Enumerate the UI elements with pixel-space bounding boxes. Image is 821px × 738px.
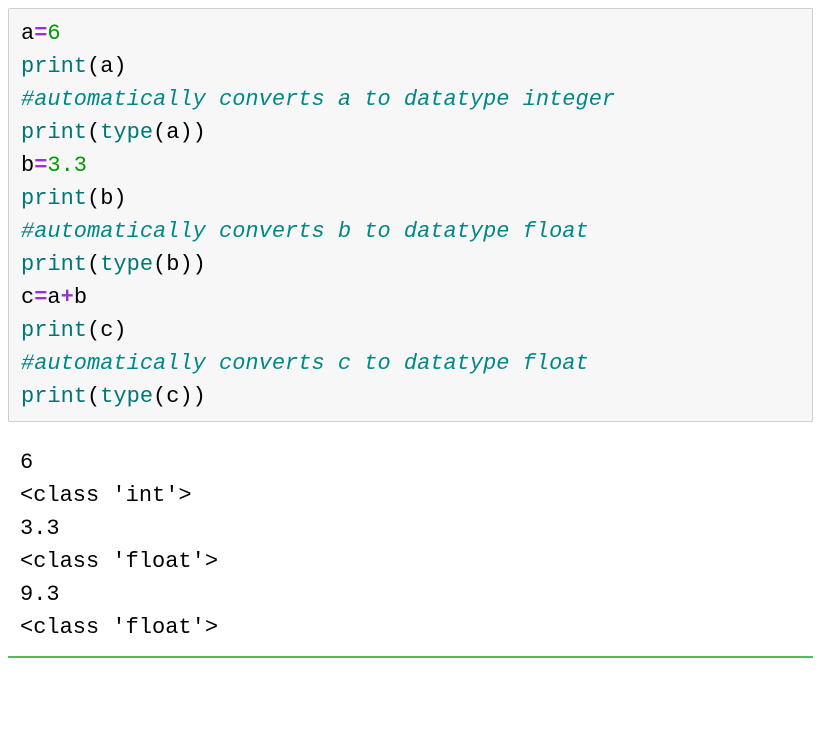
code-token: =: [34, 21, 47, 46]
output-line: <class 'float'>: [20, 611, 801, 644]
code-line: #automatically converts b to datatype fl…: [21, 215, 800, 248]
code-token: a: [47, 285, 60, 310]
output-line: 6: [20, 446, 801, 479]
code-input-cell: a=6print(a)#automatically converts a to …: [8, 8, 813, 422]
code-token: (: [87, 318, 100, 343]
code-token: =: [34, 153, 47, 178]
code-token: print: [21, 120, 87, 145]
code-token: (: [87, 120, 100, 145]
code-token: ): [179, 252, 192, 277]
output-line: 3.3: [20, 512, 801, 545]
code-token: a: [21, 21, 34, 46]
code-token: type: [100, 384, 153, 409]
code-token: ): [113, 54, 126, 79]
code-token: c: [166, 384, 179, 409]
code-token: =: [34, 285, 47, 310]
code-line: #automatically converts a to datatype in…: [21, 83, 800, 116]
code-token: ): [193, 120, 206, 145]
code-line: b=3.3: [21, 149, 800, 182]
code-token: (: [87, 384, 100, 409]
code-token: c: [21, 285, 34, 310]
code-token: ): [193, 384, 206, 409]
code-token: c: [100, 318, 113, 343]
code-token: (: [153, 384, 166, 409]
code-token: (: [87, 54, 100, 79]
code-line: print(type(a)): [21, 116, 800, 149]
code-token: type: [100, 120, 153, 145]
code-token: #automatically converts a to datatype in…: [21, 87, 615, 112]
code-line: print(type(b)): [21, 248, 800, 281]
code-token: print: [21, 318, 87, 343]
code-line: #automatically converts c to datatype fl…: [21, 347, 800, 380]
code-token: +: [61, 285, 74, 310]
code-output-cell: 6<class 'int'>3.3<class 'float'>9.3<clas…: [8, 438, 813, 652]
code-token: a: [100, 54, 113, 79]
code-token: ): [179, 384, 192, 409]
code-token: ): [193, 252, 206, 277]
output-line: <class 'float'>: [20, 545, 801, 578]
code-line: a=6: [21, 17, 800, 50]
code-token: b: [74, 285, 87, 310]
code-token: (: [153, 252, 166, 277]
code-token: print: [21, 54, 87, 79]
code-token: print: [21, 186, 87, 211]
code-token: 3.3: [47, 153, 87, 178]
code-token: ): [179, 120, 192, 145]
code-token: ): [113, 318, 126, 343]
code-token: b: [166, 252, 179, 277]
code-token: b: [100, 186, 113, 211]
code-token: print: [21, 384, 87, 409]
code-token: ): [113, 186, 126, 211]
code-token: type: [100, 252, 153, 277]
code-token: #automatically converts c to datatype fl…: [21, 351, 589, 376]
cell-separator: [8, 656, 813, 658]
code-line: print(type(c)): [21, 380, 800, 413]
code-token: (: [87, 186, 100, 211]
output-line: 9.3: [20, 578, 801, 611]
code-token: print: [21, 252, 87, 277]
code-line: print(a): [21, 50, 800, 83]
code-line: c=a+b: [21, 281, 800, 314]
code-token: 6: [47, 21, 60, 46]
code-token: (: [87, 252, 100, 277]
code-token: a: [166, 120, 179, 145]
code-line: print(c): [21, 314, 800, 347]
code-line: print(b): [21, 182, 800, 215]
code-token: b: [21, 153, 34, 178]
code-token: (: [153, 120, 166, 145]
code-token: #automatically converts b to datatype fl…: [21, 219, 589, 244]
output-line: <class 'int'>: [20, 479, 801, 512]
